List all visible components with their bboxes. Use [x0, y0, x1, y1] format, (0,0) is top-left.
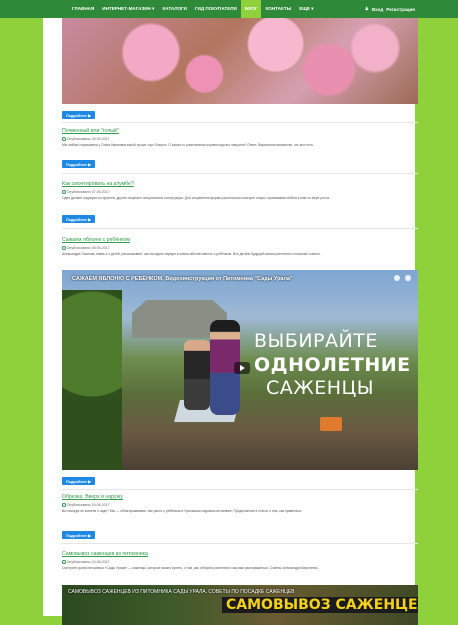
more-button[interactable]: Подробнее ▶: [62, 531, 95, 539]
clock-icon: [62, 246, 66, 250]
divider: [62, 543, 418, 544]
more-button[interactable]: Подробнее ▶: [62, 477, 95, 485]
share-icon[interactable]: [405, 275, 411, 281]
post-excerpt: Одни делают подпорки из прутьев, другие …: [62, 196, 330, 200]
clock-icon: [62, 503, 66, 507]
post-excerpt: Александра Осипова, мама 4-х детей, расс…: [62, 252, 321, 256]
more-button[interactable]: Подробнее ▶: [62, 160, 95, 168]
video-caption-line2: ОДНОЛЕТНИЕ: [254, 354, 411, 376]
video-player[interactable]: САЖАЕМ ЯБЛОНЮ С РЕБЁНКОМ. Видеоинструкци…: [62, 270, 418, 470]
divider: [62, 173, 418, 174]
video2-caption: САМОВЫВОЗ САЖЕНЦЕВ: [222, 597, 418, 613]
post-date-text: Опубликовано 07.06.2017: [66, 190, 110, 194]
login-link[interactable]: Вход: [372, 7, 383, 12]
nav-home[interactable]: ГЛАВНАЯ: [68, 0, 98, 18]
right-background: [415, 0, 458, 616]
post-date-text: Опубликовано 28.05.2017: [66, 137, 110, 141]
divider: [62, 122, 418, 123]
video-caption-line1: ВЫБИРАЙТЕ: [254, 330, 378, 352]
auth-links: ♟ Вход Регистрация: [365, 0, 415, 18]
post-date: Опубликовано 24.06.2017: [62, 560, 110, 564]
video-child: [184, 340, 210, 410]
more-button[interactable]: Подробнее ▶: [62, 215, 95, 223]
divider: [62, 228, 418, 229]
register-link[interactable]: Регистрация: [386, 7, 415, 12]
play-icon[interactable]: [234, 362, 250, 374]
post-date: Опубликовано 28.05.2017: [62, 137, 110, 141]
post-excerpt: Мы любим спрашивать у Ольга Ивановна как…: [62, 143, 315, 147]
post-date: Опубликовано 16.06.2017: [62, 503, 110, 507]
post-date-text: Опубликовано 24.06.2017: [66, 560, 110, 564]
post-date: Опубликовано 08.06.2017: [62, 246, 110, 250]
nav-catalogs[interactable]: КАТАЛОГИ: [158, 0, 191, 18]
post-title[interactable]: Обрезка. Вверх и наружу: [62, 494, 123, 500]
post-date-text: Опубликовано 08.06.2017: [66, 246, 110, 250]
video-title[interactable]: САЖАЕМ ЯБЛОНЮ С РЕБЁНКОМ. Видеоинструкци…: [72, 276, 293, 282]
post-title[interactable]: Сажаем яблоню с ребёнком: [62, 237, 130, 243]
post-title[interactable]: Как смонтировать на клумбе?: [62, 181, 134, 187]
main-menu: ГЛАВНАЯ ИНТЕРНЕТ-МАГАЗИН ▾ КАТАЛОГИ ГИД …: [68, 0, 318, 18]
post-excerpt: Смотрите ролик питомника «Сады Урала» — …: [62, 566, 319, 570]
top-navigation: ГЛАВНАЯ ИНТЕРНЕТ-МАГАЗИН ▾ КАТАЛОГИ ГИД …: [0, 0, 458, 18]
watch-later-icon[interactable]: [394, 275, 400, 281]
clock-icon: [62, 137, 66, 141]
nav-blog[interactable]: БЛОГ: [240, 0, 262, 18]
video2-title[interactable]: САМОВЫВОЗ САЖЕНЦЕВ ИЗ ПИТОМНИКА САДЫ УРА…: [68, 589, 295, 595]
video-caption-line3: САЖЕНЦЫ: [266, 377, 375, 399]
nav-contacts[interactable]: КОНТАКТЫ: [261, 0, 295, 18]
left-background: [0, 0, 43, 616]
user-icon: ♟: [364, 6, 369, 11]
post-date: Опубликовано 07.06.2017: [62, 190, 110, 194]
nav-shop[interactable]: ИНТЕРНЕТ-МАГАЗИН ▾: [98, 0, 158, 18]
video-tree: [62, 290, 122, 470]
more-button[interactable]: Подробнее ▶: [62, 111, 95, 119]
post-title[interactable]: Почвенный или "голый": [62, 128, 119, 134]
blossom-image: [62, 18, 418, 104]
post-excerpt: Вы никогда не жалели о саде? Мы — облаго…: [62, 509, 303, 513]
nav-more[interactable]: ЕЩЕ ▾: [295, 0, 317, 18]
nav-guide[interactable]: ГИД ПОКУПАТЕЛЯ: [191, 0, 241, 18]
clock-icon: [62, 190, 66, 194]
post-title[interactable]: Самовывоз саженцев из питомника: [62, 551, 148, 557]
clock-icon: [62, 560, 66, 564]
video-player-2[interactable]: САМОВЫВОЗ САЖЕНЦЕВ ИЗ ПИТОМНИКА САДЫ УРА…: [62, 585, 418, 625]
divider: [62, 489, 418, 490]
video-watering-can: [320, 417, 342, 431]
post-date-text: Опубликовано 16.06.2017: [66, 503, 110, 507]
